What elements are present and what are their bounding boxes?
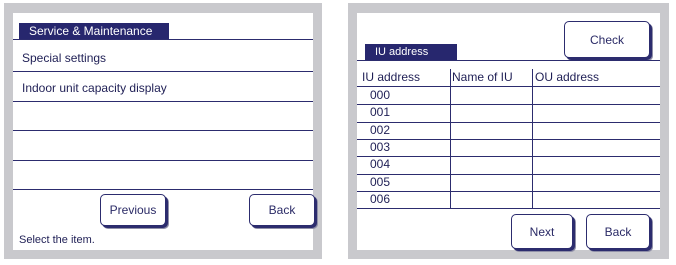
menu-item-indoor-unit-capacity-display[interactable]: Indoor unit capacity display bbox=[22, 81, 167, 95]
iu-address-cell: 000 bbox=[370, 88, 391, 102]
header-divider bbox=[357, 86, 660, 87]
table-row[interactable]: 004 bbox=[357, 157, 660, 174]
table-top-border bbox=[357, 60, 660, 61]
back-button[interactable]: Back bbox=[249, 194, 315, 226]
next-button[interactable]: Next bbox=[511, 214, 573, 249]
table-row[interactable]: 003 bbox=[357, 140, 660, 157]
column-header-name-of-iu: Name of IU bbox=[452, 70, 513, 84]
iu-address-cell: 006 bbox=[370, 191, 391, 206]
menu-divider bbox=[13, 101, 313, 102]
table-row[interactable]: 000 bbox=[357, 88, 660, 105]
back-button[interactable]: Back bbox=[586, 214, 650, 249]
iu-address-cell: 005 bbox=[370, 174, 391, 189]
menu-divider bbox=[13, 130, 313, 131]
table-row[interactable]: 006 bbox=[357, 192, 660, 209]
check-button[interactable]: Check bbox=[564, 21, 650, 58]
menu-divider bbox=[13, 189, 313, 190]
previous-button[interactable]: Previous bbox=[100, 194, 166, 226]
iu-address-cell: 002 bbox=[370, 122, 391, 137]
menu-divider bbox=[13, 71, 313, 72]
column-header-ou-address: OU address bbox=[535, 70, 600, 84]
service-maintenance-screen: Service & Maintenance Special settings I… bbox=[4, 3, 322, 259]
menu-divider bbox=[13, 160, 313, 161]
table-row[interactable]: 002 bbox=[357, 123, 660, 140]
table-row[interactable]: 005 bbox=[357, 175, 660, 192]
iu-address-screen: IU address Check IU address Name of IU O… bbox=[348, 3, 669, 259]
iu-address-cell: 001 bbox=[370, 105, 391, 120]
service-maintenance-panel: Service & Maintenance Special settings I… bbox=[13, 13, 315, 250]
status-text: Select the item. bbox=[19, 234, 95, 246]
table-bottom-border bbox=[357, 208, 660, 209]
menu-item-special-settings[interactable]: Special settings bbox=[22, 51, 106, 65]
title-divider bbox=[13, 39, 313, 40]
screen-title: Service & Maintenance bbox=[19, 23, 169, 39]
column-header-iu-address: IU address bbox=[362, 70, 421, 84]
iu-address-cell: 003 bbox=[370, 139, 391, 154]
screen-title: IU address bbox=[365, 44, 457, 60]
iu-address-panel: IU address Check IU address Name of IU O… bbox=[357, 13, 660, 250]
table-row[interactable]: 001 bbox=[357, 105, 660, 122]
iu-address-cell: 004 bbox=[370, 157, 391, 172]
